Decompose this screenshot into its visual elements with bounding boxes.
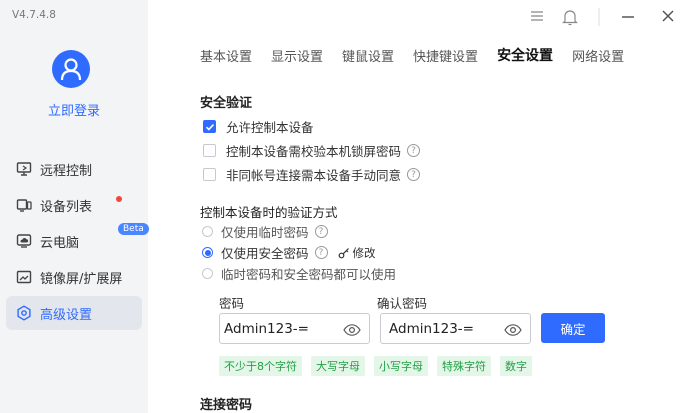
- radio-both-passwords[interactable]: 临时密码和安全密码都可以使用: [202, 264, 396, 283]
- beta-badge: Beta: [118, 223, 149, 235]
- monitor-icon: [16, 161, 32, 177]
- password-rules: 不少于8个字符 大写字母 小写字母 特殊字符 数字: [219, 356, 541, 376]
- help-icon[interactable]: ?: [314, 225, 328, 238]
- tab-basic-settings[interactable]: 基本设置: [200, 46, 252, 65]
- sidebar-item-label: 设备列表: [40, 199, 93, 215]
- rule-tag: 小写字母: [374, 356, 428, 376]
- modify-label: 修改: [352, 245, 376, 260]
- login-link[interactable]: 立即登录: [0, 100, 148, 119]
- app-version: V4.7.4.8: [12, 9, 56, 21]
- verify-method-title: 控制本设备时的验证方式: [200, 205, 338, 220]
- password-label: 密码: [219, 296, 245, 311]
- security-section-title: 安全验证: [200, 96, 253, 111]
- sidebar-item-label: 镜像屏/扩展屏: [40, 271, 123, 287]
- checkbox-checked[interactable]: [203, 120, 216, 133]
- eye-icon[interactable]: [343, 322, 361, 341]
- radio-unselected[interactable]: [202, 268, 213, 279]
- radio-label: 仅使用安全密码: [221, 246, 309, 261]
- lock-screen-password-checkbox[interactable]: 控制本设备需校验本机锁屏密码 ?: [203, 141, 421, 160]
- sidebar-item-label: 远程控制: [40, 163, 93, 179]
- sidebar: V4.7.4.8 立即登录 远程控制 设备列表 云电脑 Beta 镜像屏/扩展屏…: [0, 0, 149, 413]
- rule-tag: 数字: [500, 356, 532, 376]
- menu-icon[interactable]: [529, 8, 545, 28]
- checkbox-unchecked[interactable]: [203, 168, 216, 181]
- close-icon[interactable]: [660, 8, 676, 28]
- confirm-password-field[interactable]: [380, 313, 531, 344]
- checkbox-label: 控制本设备需校验本机锁屏密码: [226, 144, 402, 159]
- sidebar-item-label: 云电脑: [40, 235, 80, 251]
- tab-keyboard-mouse-settings[interactable]: 键鼠设置: [342, 46, 394, 65]
- password-input[interactable]: [224, 320, 339, 337]
- key-icon: [338, 247, 349, 258]
- sidebar-item-remote-control[interactable]: 远程控制: [6, 152, 142, 186]
- checkbox-unchecked[interactable]: [203, 144, 216, 157]
- connect-password-title: 连接密码: [200, 398, 253, 413]
- tab-security-settings[interactable]: 安全设置: [497, 45, 553, 65]
- devices-icon: [16, 197, 32, 213]
- radio-label: 仅使用临时密码: [221, 225, 309, 240]
- confirm-button[interactable]: 确定: [541, 313, 605, 343]
- help-icon[interactable]: ?: [407, 144, 421, 157]
- bell-icon[interactable]: [562, 8, 578, 30]
- checkbox-label: 非同帐号连接需本设备手动同意: [226, 168, 402, 183]
- titlebar-divider: [598, 8, 600, 30]
- manual-consent-checkbox[interactable]: 非同帐号连接需本设备手动同意 ?: [203, 165, 421, 184]
- sidebar-item-cloud-pc[interactable]: 云电脑 Beta: [6, 223, 149, 258]
- radio-security-password[interactable]: 仅使用安全密码 ? 修改: [202, 243, 376, 262]
- settings-tabs: 基本设置 显示设置 键鼠设置 快捷键设置 安全设置 网络设置: [200, 46, 643, 65]
- sidebar-item-advanced-settings[interactable]: 高级设置: [6, 296, 142, 330]
- confirm-password-label: 确认密码: [377, 296, 428, 311]
- notification-dot: [116, 196, 122, 202]
- tab-network-settings[interactable]: 网络设置: [572, 46, 624, 65]
- avatar[interactable]: [52, 50, 90, 88]
- cloud-pc-icon: [16, 233, 32, 249]
- minimize-icon[interactable]: [620, 8, 636, 28]
- rule-tag: 特殊字符: [437, 356, 491, 376]
- sidebar-item-label: 高级设置: [40, 307, 93, 323]
- user-icon: [60, 58, 82, 81]
- modify-link[interactable]: 修改: [338, 245, 376, 261]
- help-icon[interactable]: ?: [314, 246, 328, 259]
- rule-tag: 大写字母: [311, 356, 365, 376]
- mirror-screen-icon: [16, 269, 32, 285]
- settings-icon: [16, 305, 32, 321]
- sidebar-nav: 远程控制 设备列表 云电脑 Beta 镜像屏/扩展屏 高级设置: [6, 152, 149, 332]
- tab-display-settings[interactable]: 显示设置: [271, 46, 323, 65]
- eye-icon[interactable]: [504, 322, 522, 341]
- confirm-password-input[interactable]: [385, 320, 500, 337]
- tab-shortcut-settings[interactable]: 快捷键设置: [413, 46, 478, 65]
- rule-tag: 不少于8个字符: [219, 356, 302, 376]
- radio-selected[interactable]: [202, 247, 213, 258]
- sidebar-item-mirror-screen[interactable]: 镜像屏/扩展屏: [6, 260, 142, 294]
- checkbox-label: 允许控制本设备: [226, 120, 314, 135]
- radio-label: 临时密码和安全密码都可以使用: [221, 267, 397, 282]
- help-icon[interactable]: ?: [407, 168, 421, 181]
- allow-control-checkbox[interactable]: 允许控制本设备: [203, 117, 314, 136]
- radio-unselected[interactable]: [202, 226, 213, 237]
- sidebar-item-device-list[interactable]: 设备列表: [6, 188, 142, 222]
- radio-temp-password[interactable]: 仅使用临时密码 ?: [202, 222, 328, 241]
- password-field[interactable]: [219, 313, 370, 344]
